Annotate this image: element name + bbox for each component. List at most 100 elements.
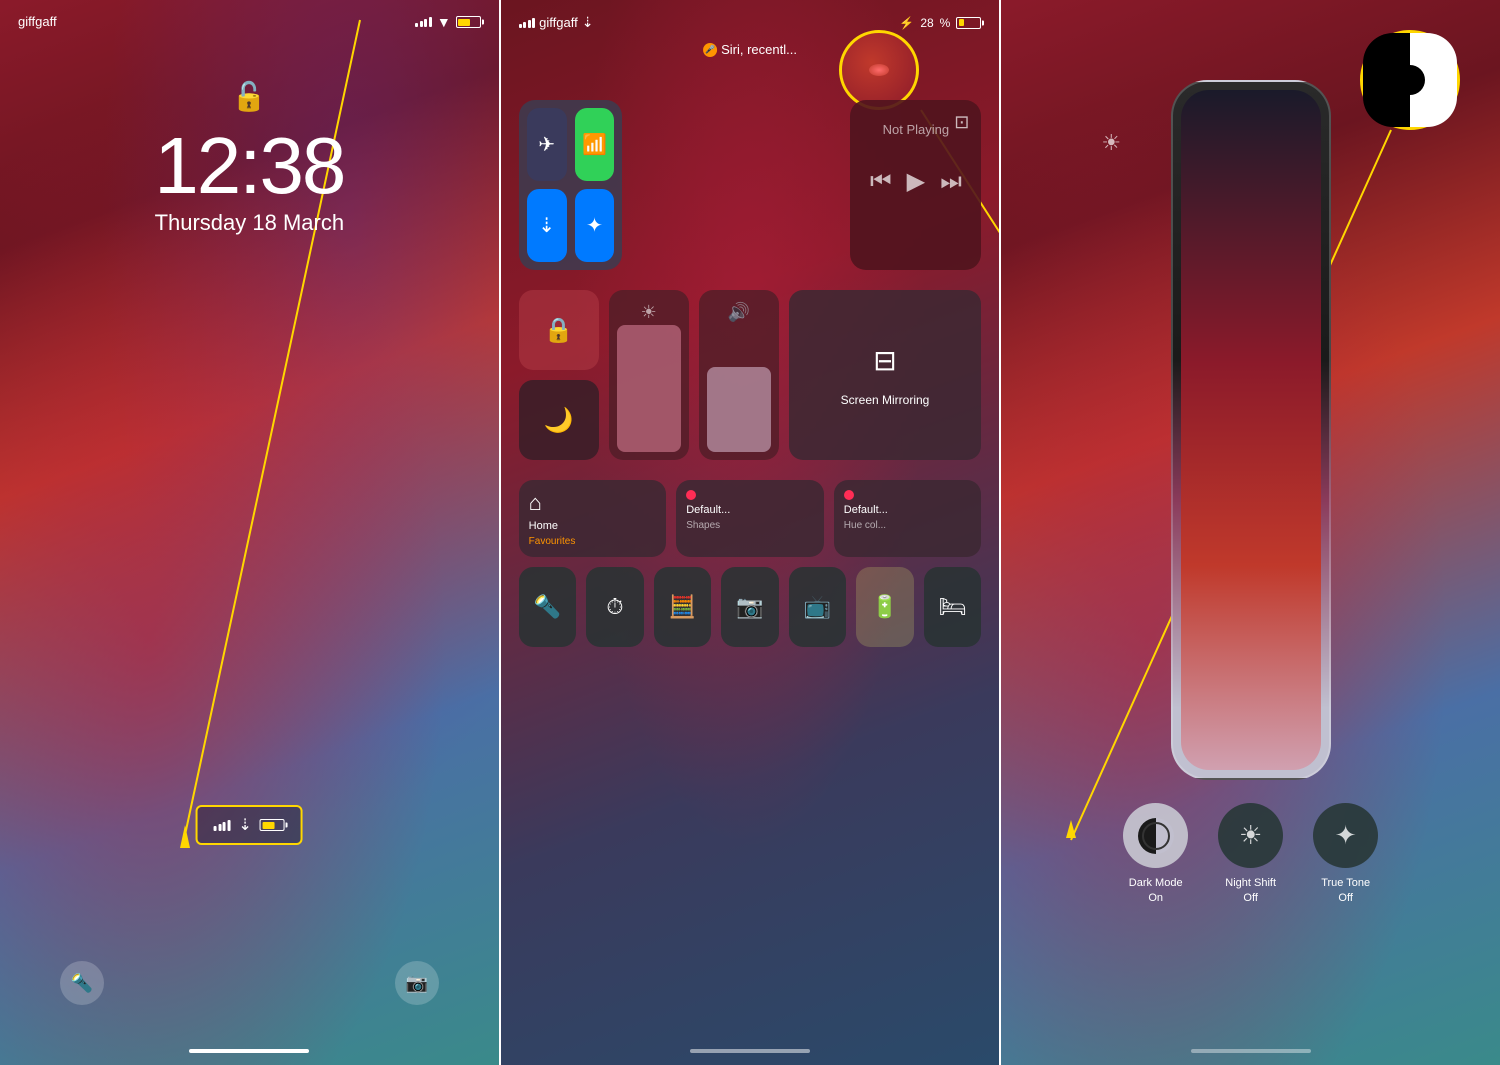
- true-tone-state: Off: [1321, 891, 1370, 905]
- phone-screen: [1181, 90, 1321, 770]
- lock-icon: 🔓: [232, 80, 267, 113]
- night-shift-label: Night Shift Off: [1225, 876, 1276, 905]
- cc-siri-bar: 🎤 Siri, recentl...: [703, 42, 797, 57]
- status-highlight-box: ⇣: [196, 805, 303, 845]
- shortcut-dot-1: [686, 490, 696, 500]
- battery-widget-icon: 🔋: [871, 594, 898, 620]
- true-tone-button[interactable]: ✦: [1313, 803, 1378, 868]
- home-sub: Favourites: [529, 536, 576, 547]
- display-home-indicator: [1191, 1049, 1311, 1053]
- dark-mode-label: Dark Mode On: [1129, 876, 1183, 905]
- wifi-status-icon: ⇣: [238, 815, 251, 835]
- cc-status-bar: giffgaff ⇣ ⚡ 28%: [519, 14, 982, 31]
- timer-button[interactable]: ⏱: [586, 567, 644, 647]
- screen-mirroring-button[interactable]: ⊟ Screen Mirroring: [789, 290, 982, 460]
- shortcut1-sub: Shapes: [686, 520, 720, 531]
- shortcut2-label: Default...: [844, 504, 888, 516]
- bluetooth-icon: ✦: [586, 213, 603, 238]
- wifi-btn-icon: ⇣: [538, 213, 555, 238]
- shortcut2-sub: Hue col...: [844, 520, 886, 531]
- siri-text: Siri, recentl...: [721, 42, 797, 57]
- media-play-button[interactable]: ▶: [907, 167, 925, 196]
- media-next-button[interactable]: ⏭: [940, 168, 962, 196]
- lock-time: 12:38: [154, 120, 344, 212]
- camera-cc-icon: 📷: [736, 594, 763, 620]
- phone-mockup: [1171, 80, 1331, 780]
- cc-carrier-label: giffgaff: [539, 15, 578, 30]
- home-icon: ⌂: [529, 490, 542, 516]
- flashlight-cc-button[interactable]: 🔦: [519, 567, 577, 647]
- siri-mic-icon: 🎤: [703, 43, 717, 57]
- shortcut-dot-2: [844, 490, 854, 500]
- shortcut1-label: Default...: [686, 504, 730, 516]
- sleep-icon: 🛏: [939, 594, 967, 620]
- lock-bottom-icons: 🔦 📷: [0, 961, 499, 1005]
- display-panel: ☀ Dark Mode On: [1001, 0, 1500, 1065]
- cc-display-highlight: [839, 30, 919, 110]
- airplane-mode-button[interactable]: ✈: [527, 108, 567, 181]
- wifi-button[interactable]: ⇣: [527, 189, 567, 262]
- cc-wifi-icon: ⇣: [582, 14, 594, 31]
- remote-button[interactable]: 📺: [789, 567, 847, 647]
- cc-home-indicator: [690, 1049, 810, 1053]
- dark-mode-button[interactable]: [1123, 803, 1188, 868]
- camera-button[interactable]: 📷: [395, 961, 439, 1005]
- true-tone-label: True Tone Off: [1321, 876, 1370, 905]
- battery-widget-button[interactable]: 🔋: [856, 567, 914, 647]
- shortcut-shapes-button[interactable]: Default... Shapes: [676, 480, 824, 557]
- cc-signal-icon: [519, 18, 536, 28]
- hotspot-button[interactable]: 📶: [575, 108, 615, 181]
- camera-cc-button[interactable]: 📷: [721, 567, 779, 647]
- night-shift-button[interactable]: ☀: [1218, 803, 1283, 868]
- hotspot-icon: 📶: [582, 132, 607, 157]
- signal-bars-icon: [214, 820, 231, 831]
- shortcuts-row: ⌂ Home Favourites Default... Shapes Defa…: [519, 480, 982, 557]
- flashlight-cc-icon: 🔦: [534, 594, 561, 620]
- true-tone-icon: ✦: [1335, 820, 1357, 851]
- media-prev-button[interactable]: ⏮: [870, 168, 892, 196]
- lock-carrier-label: giffgaff: [18, 14, 57, 29]
- screen-mirroring-label: Screen Mirroring: [841, 393, 930, 407]
- brightness-icon: ☀: [641, 302, 657, 323]
- bluetooth-button[interactable]: ✦: [575, 189, 615, 262]
- brightness-slider[interactable]: ☀: [609, 290, 689, 460]
- media-block: ⊡ Not Playing ⏮ ▶ ⏭: [850, 100, 981, 270]
- dark-mode-title: Dark Mode: [1129, 876, 1183, 890]
- airplane-icon: ✈: [538, 132, 555, 157]
- night-shift-title: Night Shift: [1225, 876, 1276, 890]
- cc-battery-icon: [956, 17, 981, 29]
- timer-icon: ⏱: [606, 594, 623, 620]
- flashlight-button[interactable]: 🔦: [60, 961, 104, 1005]
- true-tone-title: True Tone: [1321, 876, 1370, 890]
- sleep-button[interactable]: 🛏: [924, 567, 982, 647]
- shortcut-hue-button[interactable]: Default... Hue col...: [834, 480, 982, 557]
- dark-mode-large-icon: [1380, 50, 1440, 110]
- lock-date: Thursday 18 March: [155, 210, 345, 236]
- volume-slider[interactable]: 🔊: [699, 290, 779, 460]
- airplay-icon[interactable]: ⊡: [954, 112, 969, 133]
- cc-battery-percent: 28: [920, 16, 933, 30]
- cc-main-grid: ✈ 📶 ⇣ ✦ ⊡ Not Playing ⏮ ▶ ⏭: [519, 100, 982, 647]
- brightness-sun-icon: ☀: [1101, 130, 1121, 156]
- dark-mode-state: On: [1129, 891, 1183, 905]
- lock-status-bar: ▼: [415, 14, 480, 30]
- display-highlight-circle: [1360, 30, 1460, 130]
- rotation-lock-button[interactable]: 🔒: [519, 290, 599, 370]
- lock-screen-panel: giffgaff ▼ 🔓 12:38 Thursday 18 March ⇣: [0, 0, 499, 1065]
- battery-icon: [456, 16, 481, 28]
- lock-home-indicator: [189, 1049, 309, 1053]
- cc-charge-icon: ⚡: [899, 16, 914, 30]
- night-shift-control: ☀ Night Shift Off: [1218, 803, 1283, 905]
- media-controls: ⏮ ▶ ⏭: [862, 167, 969, 196]
- connectivity-block: ✈ 📶 ⇣ ✦: [519, 100, 623, 270]
- home-favourites-button[interactable]: ⌂ Home Favourites: [519, 480, 667, 557]
- cc-battery-area: ⚡ 28%: [899, 16, 981, 30]
- do-not-disturb-button[interactable]: 🌙: [519, 380, 599, 460]
- calculator-button[interactable]: 🧮: [654, 567, 712, 647]
- cc-display-dot: [869, 64, 889, 76]
- volume-icon: 🔊: [727, 302, 749, 323]
- screen-mirroring-icon: ⊟: [873, 344, 896, 377]
- control-center-panel: giffgaff ⇣ ⚡ 28% 🎤 Siri, recentl...: [501, 0, 1000, 1065]
- home-label: Home: [529, 520, 558, 532]
- dark-mode-control: Dark Mode On: [1123, 803, 1188, 905]
